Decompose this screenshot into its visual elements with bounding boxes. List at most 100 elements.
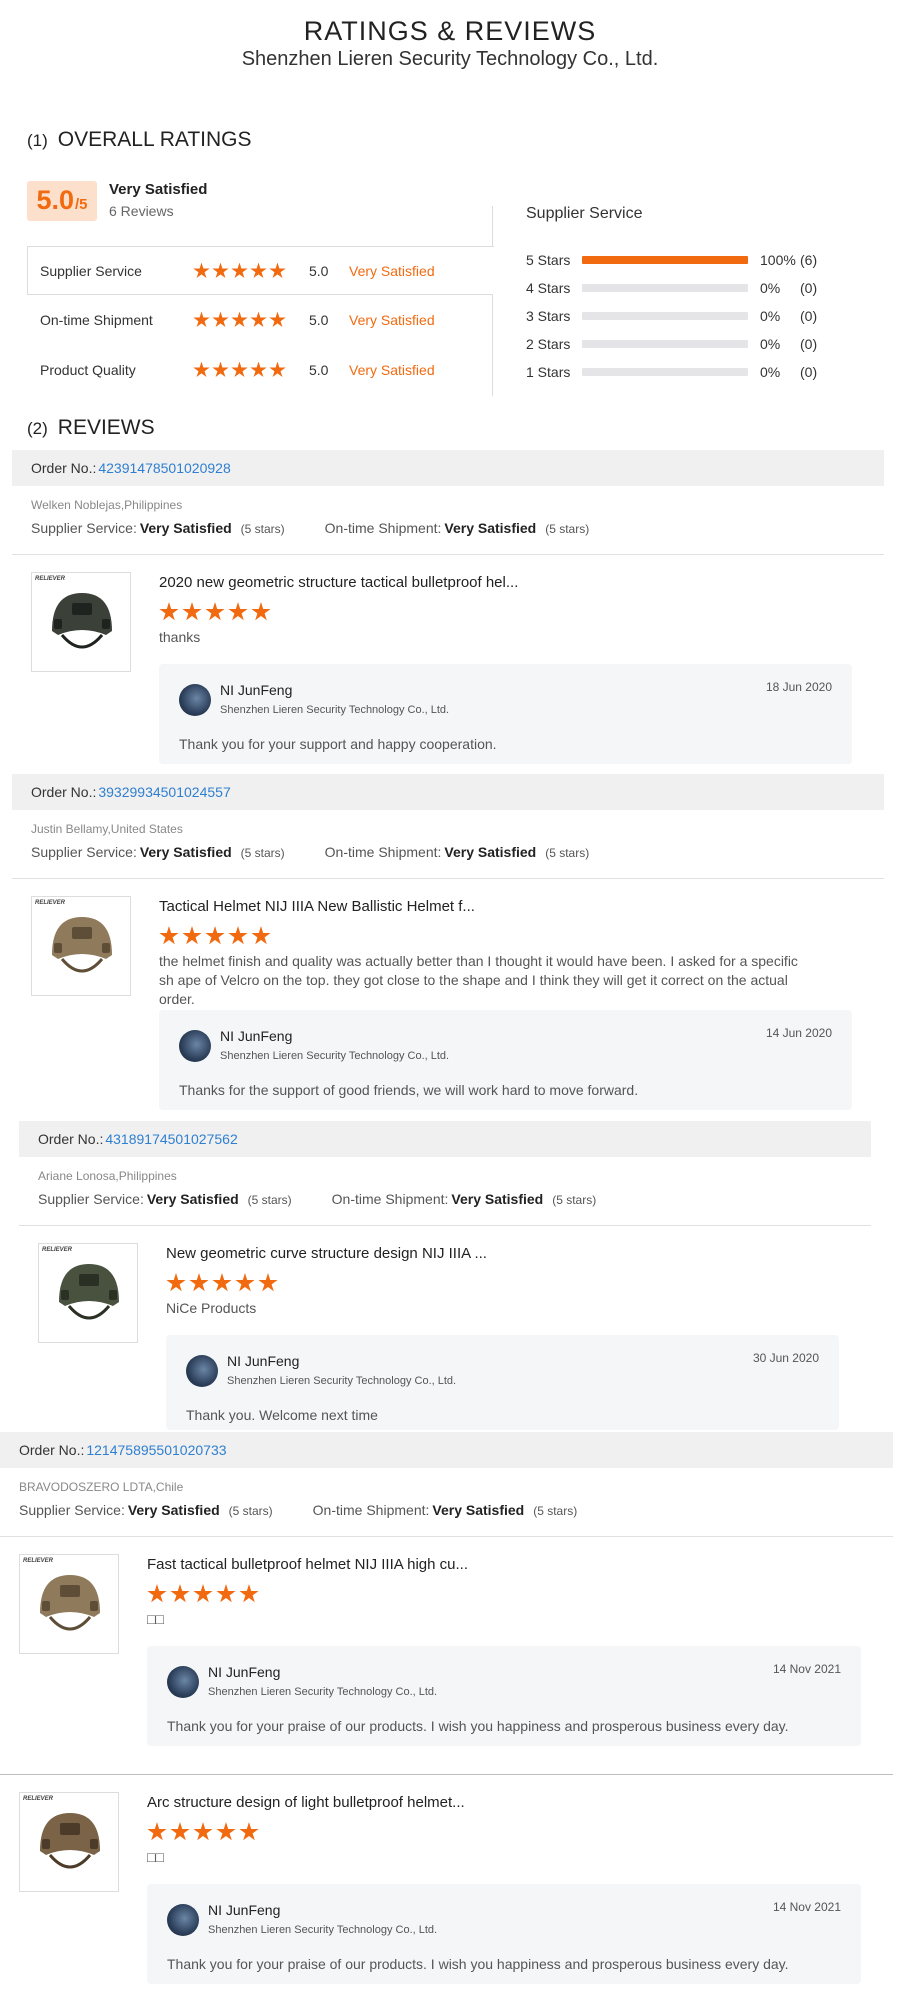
distribution-percent: 0% [760,308,781,324]
reply-date: 14 Jun 2020 [765,1026,832,1040]
reply-company: Shenzhen Lieren Security Technology Co.,… [220,704,450,716]
star-icon [170,1584,190,1603]
review-comment: the helmet finish and quality was actual… [159,953,798,1007]
ontime-shipment-stars: (5 stars) [552,1193,597,1207]
star-icon [269,361,286,377]
brand-logo: RELIEVER [35,576,66,582]
distribution-row: 3 Stars 0% (0) [526,306,817,326]
review-star-rating [159,602,271,622]
order-number-link[interactable]: 42391478501020928 [98,460,230,476]
order-number-link[interactable]: 121475895501020733 [86,1442,226,1458]
supplier-reply: NI JunFeng Shenzhen Lieren Security Techn… [147,1646,861,1746]
ontime-shipment-stars: (5 stars) [545,846,590,860]
overall-score: 5.0 [36,185,75,215]
star-icon [269,262,286,278]
product-thumbnail[interactable]: RELIEVER [31,896,131,996]
rating-row-ontime-shipment[interactable]: On-time Shipment 5.0 Very Satisfied [27,297,492,343]
review-count: 6 Reviews [109,203,174,219]
product-thumbnail[interactable]: RELIEVER [38,1243,138,1343]
supplier-reply: NI JunFeng Shenzhen Lieren Security Techn… [147,1884,861,1984]
reply-date: 30 Jun 2020 [752,1351,819,1365]
ontime-shipment-label: On-time Shipment: [324,844,442,860]
section-label: REVIEWS [57,416,155,439]
distribution-row: 4 Stars 0% (0) [526,278,817,298]
star-icon [216,1822,236,1841]
distribution-title: Supplier Service [526,205,643,222]
divider [27,294,493,295]
brand-logo: RELIEVER [23,1796,54,1802]
reply-author: NI JunFeng [220,682,293,698]
supplier-reply: NI JunFeng Shenzhen Lieren Security Techn… [159,1010,852,1110]
review-comment: □□ [147,1611,164,1627]
buyer-name: Ariane Lonosa,Philippines [38,1169,177,1183]
distribution-count: (0) [800,308,818,324]
product-thumbnail[interactable]: RELIEVER [19,1792,119,1892]
rating-value: 5.0 [309,312,329,328]
brand-logo: RELIEVER [35,900,66,906]
divider [12,554,884,555]
star-icon [239,1584,259,1603]
rating-label: Very Satisfied [349,312,435,328]
buyer-name: Welken Noblejas,Philippines [31,498,183,512]
distribution-row: 5 Stars 100% (6) [526,250,817,270]
avatar [179,1030,211,1062]
reply-text: Thank you. Welcome next time [186,1407,378,1423]
review-star-rating [147,1822,259,1842]
star-icon [170,1822,190,1841]
supplier-service-value: Very Satisfied [146,1191,239,1207]
distribution-count: (0) [800,280,818,296]
star-icon [251,602,271,621]
star-icon [212,311,229,327]
product-title-link[interactable]: Tactical Helmet NIJ IIIA New Ballistic H… [159,898,475,915]
distribution-row: 2 Stars 0% (0) [526,334,817,354]
ontime-shipment-value: Very Satisfied [444,520,537,536]
divider [0,1536,893,1537]
reply-text: Thank you for your support and happy coo… [179,736,497,752]
distribution-count: (0) [800,336,818,352]
distribution-count: (6) [800,252,818,268]
rating-row-product-quality[interactable]: Product Quality 5.0 Very Satisfied [27,347,492,393]
distribution-bar-fill [582,256,748,264]
company-name: Shenzhen Lieren Security Technology Co.,… [241,48,659,70]
distribution-count: (0) [800,364,818,380]
rating-row-supplier-service[interactable]: Supplier Service 5.0 Very Satisfied [27,248,492,294]
supplier-service-stars: (5 stars) [247,1193,292,1207]
reply-author: NI JunFeng [208,1902,281,1918]
avatar [179,684,211,716]
star-icon [231,361,248,377]
product-title-link[interactable]: New geometric curve structure design NIJ… [166,1245,487,1262]
rating-category-name: Supplier Service [40,263,142,279]
ontime-shipment-label: On-time Shipment: [312,1502,430,1518]
distribution-label: 4 Stars [526,280,571,296]
ontime-shipment-value: Very Satisfied [444,844,537,860]
order-number-link[interactable]: 39329934501024557 [98,784,230,800]
star-icon [212,262,229,278]
product-title-link[interactable]: 2020 new geometric structure tactical bu… [159,574,518,591]
section-number: (1) [27,131,48,150]
star-icon [231,262,248,278]
distribution-label: 2 Stars [526,336,571,352]
review-comment: □□ [147,1849,164,1865]
star-icon [182,602,202,621]
ontime-shipment-value: Very Satisfied [432,1502,525,1518]
reply-text: Thank you for your praise of our product… [167,1956,789,1972]
product-thumbnail[interactable]: RELIEVER [19,1554,119,1654]
product-title-link[interactable]: Arc structure design of light bulletproo… [147,1794,465,1811]
distribution-percent: 0% [760,280,781,296]
reply-date: 14 Nov 2021 [772,1900,841,1914]
order-number-link[interactable]: 43189174501027562 [105,1131,237,1147]
reply-text: Thank you for your praise of our product… [167,1718,789,1734]
star-icon [193,311,210,327]
ontime-shipment-label: On-time Shipment: [324,520,442,536]
star-icon [193,262,210,278]
product-title-link[interactable]: Fast tactical bulletproof helmet NIJ III… [147,1556,468,1573]
brand-logo: RELIEVER [23,1558,54,1564]
order-bar: Order No.: 43189174501027562 [19,1121,871,1157]
product-thumbnail[interactable]: RELIEVER [31,572,131,672]
star-icon [193,1822,213,1841]
service-ratings: Supplier Service: Very Satisfied (5 stars)… [31,520,589,536]
supplier-reply: NI JunFeng Shenzhen Lieren Security Techn… [166,1335,839,1430]
review-star-rating [159,926,271,946]
brand-logo: RELIEVER [42,1247,73,1253]
divider [19,1225,871,1226]
